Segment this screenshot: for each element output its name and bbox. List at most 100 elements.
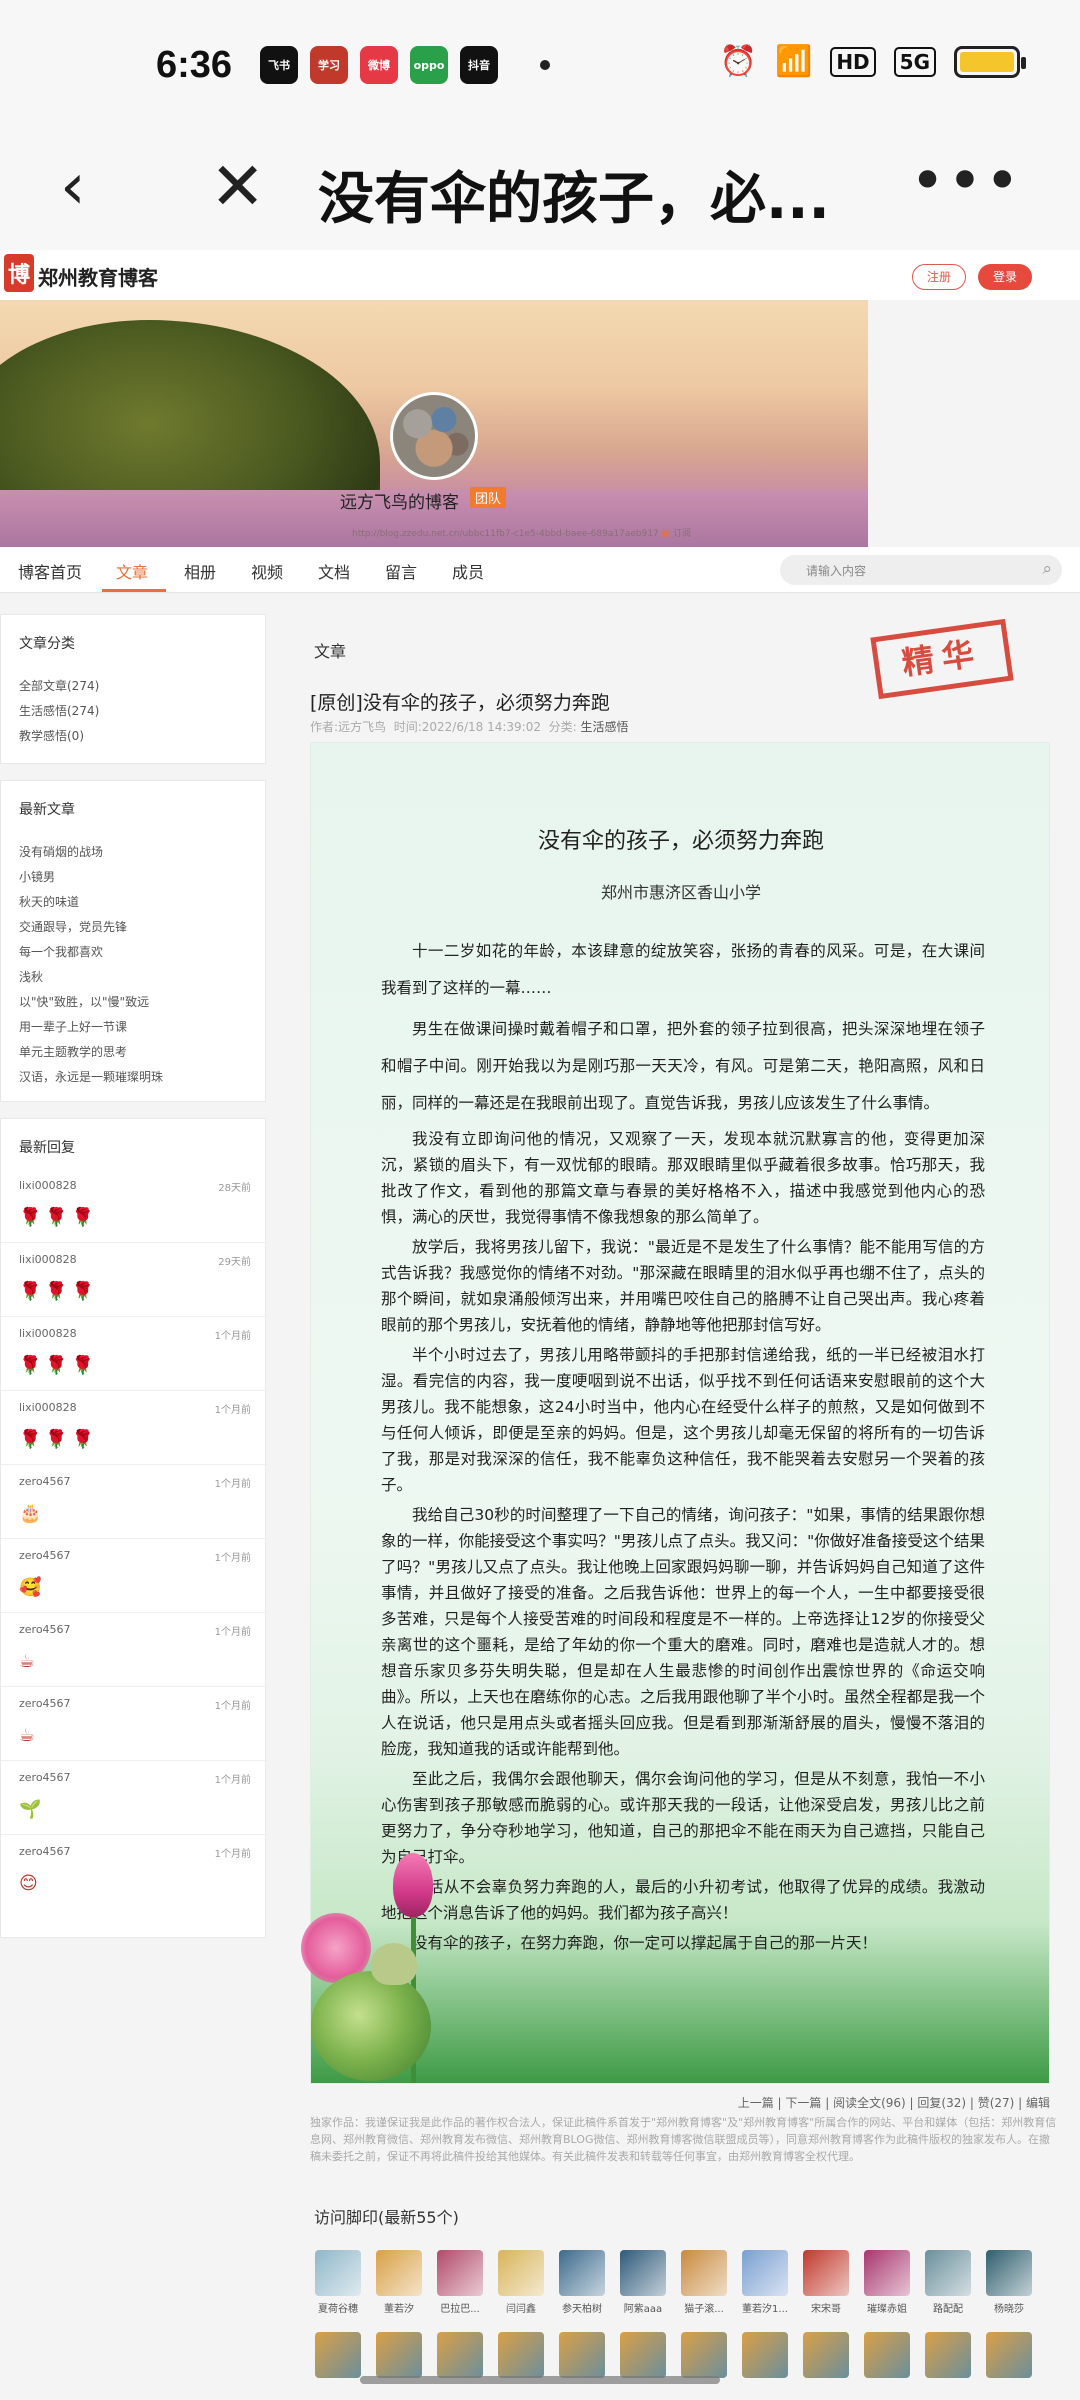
recent-article-link[interactable]: 汉语，永远是一颗璀璨明珠 (19, 1068, 163, 1085)
search-icon[interactable]: ⌕ (1042, 559, 1052, 579)
reply-user[interactable]: lixi000828 (19, 1179, 77, 1192)
reply-item[interactable]: lixi000828 28天前 🌹🌹🌹 (1, 1169, 267, 1243)
visitor-avatar[interactable] (864, 2250, 910, 2296)
visitor-avatar[interactable] (925, 2250, 971, 2296)
visitor-avatar[interactable] (437, 2250, 483, 2296)
visitor-avatar[interactable] (803, 2250, 849, 2296)
visitor-item[interactable] (737, 2332, 793, 2378)
visitor-item[interactable]: 璀璨赤姐 (859, 2250, 915, 2315)
avatar[interactable] (390, 392, 478, 480)
visitor-item[interactable] (920, 2332, 976, 2378)
visitor-item[interactable] (798, 2332, 854, 2378)
visitor-item[interactable]: 路配配 (920, 2250, 976, 2315)
reply-user[interactable]: zero4567 (19, 1549, 71, 1562)
reply-item[interactable]: zero4567 1个月前 🎂 (1, 1465, 267, 1539)
visitor-item[interactable]: 阿紫aaa (615, 2250, 671, 2315)
reply-user[interactable]: zero4567 (19, 1845, 71, 1858)
reply-user[interactable]: zero4567 (19, 1697, 71, 1710)
subscribe-link[interactable]: 订阅 (673, 529, 691, 539)
visitor-name[interactable]: 董若汐1... (737, 2300, 793, 2315)
visitor-name[interactable]: 夏荷谷穗 (310, 2300, 366, 2315)
recent-article-link[interactable]: 单元主题教学的思考 (19, 1043, 127, 1060)
login-button[interactable]: 登录 (978, 264, 1032, 290)
visitor-item[interactable]: 杨晓莎 (981, 2250, 1037, 2315)
visitor-avatar[interactable] (742, 2250, 788, 2296)
rss-icon[interactable]: ▣ (662, 529, 671, 539)
visitor-name[interactable]: 阿紫aaa (615, 2300, 671, 2315)
visitor-avatar[interactable] (620, 2250, 666, 2296)
category-item[interactable]: 生活感悟(274) (19, 702, 99, 719)
visitor-item[interactable]: 参天柏树 (554, 2250, 610, 2315)
visitor-name[interactable]: 闫闫鑫 (493, 2300, 549, 2315)
visitor-item[interactable] (859, 2332, 915, 2378)
visitor-avatar[interactable] (559, 2332, 605, 2378)
visitor-avatar[interactable] (803, 2332, 849, 2378)
meta-category[interactable]: 生活感悟 (581, 720, 629, 734)
visitor-avatar[interactable] (742, 2332, 788, 2378)
visitor-name[interactable]: 巴拉巴... (432, 2300, 488, 2315)
visitor-name[interactable]: 璀璨赤姐 (859, 2300, 915, 2315)
visitor-avatar[interactable] (315, 2332, 361, 2378)
reply-user[interactable]: zero4567 (19, 1475, 71, 1488)
tab-video[interactable]: 视频 (251, 559, 283, 583)
visitor-name[interactable]: 路配配 (920, 2300, 976, 2315)
visitor-item[interactable]: 董若汐1... (737, 2250, 793, 2315)
reply-user[interactable]: zero4567 (19, 1623, 71, 1636)
blog-url-text[interactable]: http://blog.zzedu.net.cn/ubbc11fb7-c1e5-… (352, 529, 659, 539)
recent-article-link[interactable]: 以"快"致胜，以"慢"致远 (19, 993, 149, 1010)
recent-article-link[interactable]: 秋天的味道 (19, 893, 79, 910)
visitor-item[interactable] (676, 2332, 732, 2378)
visitor-avatar[interactable] (376, 2250, 422, 2296)
visitor-item[interactable]: 董若汐 (371, 2250, 427, 2315)
register-button[interactable]: 注册 (912, 264, 966, 290)
visitor-item[interactable] (493, 2332, 549, 2378)
reply-item[interactable]: lixi000828 1个月前 🌹🌹🌹 (1, 1391, 267, 1465)
home-indicator[interactable] (360, 2376, 720, 2384)
visitor-item[interactable] (310, 2332, 366, 2378)
visitor-name[interactable]: 董若汐 (371, 2300, 427, 2315)
visitor-name[interactable]: 杨晓莎 (981, 2300, 1037, 2315)
reply-item[interactable]: zero4567 1个月前 ☕ (1, 1687, 267, 1761)
category-item[interactable]: 教学感悟(0) (19, 727, 84, 744)
visitor-avatar[interactable] (620, 2332, 666, 2378)
visitor-avatar[interactable] (681, 2250, 727, 2296)
visitor-item[interactable]: 闫闫鑫 (493, 2250, 549, 2315)
reply-item[interactable]: lixi000828 1个月前 🌹🌹🌹 (1, 1317, 267, 1391)
visitor-item[interactable]: 夏荷谷穗 (310, 2250, 366, 2315)
visitor-avatar[interactable] (925, 2332, 971, 2378)
reply-user[interactable]: lixi000828 (19, 1327, 77, 1340)
visitor-avatar[interactable] (437, 2332, 483, 2378)
reply-item[interactable]: zero4567 1个月前 🥰 (1, 1539, 267, 1613)
visitor-avatar[interactable] (315, 2250, 361, 2296)
visitor-item[interactable] (371, 2332, 427, 2378)
tab-docs[interactable]: 文档 (318, 559, 350, 583)
tab-album[interactable]: 相册 (184, 559, 216, 583)
visitor-avatar[interactable] (986, 2250, 1032, 2296)
visitor-item[interactable]: 宋宋哥 (798, 2250, 854, 2315)
category-item[interactable]: 全部文章(274) (19, 677, 99, 694)
reply-user[interactable]: lixi000828 (19, 1401, 77, 1414)
tab-articles[interactable]: 文章 (116, 559, 148, 583)
meta-author[interactable]: 作者:远方飞鸟 (310, 720, 386, 734)
close-icon[interactable]: ✕ (210, 148, 265, 225)
visitor-avatar[interactable] (681, 2332, 727, 2378)
search-box[interactable]: 请输入内容 ⌕ (780, 555, 1062, 585)
tab-members[interactable]: 成员 (452, 559, 484, 583)
recent-article-link[interactable]: 交通跟导，党员先锋 (19, 918, 127, 935)
back-icon[interactable]: ‹ (60, 150, 86, 224)
visitor-avatar[interactable] (986, 2332, 1032, 2378)
visitor-avatar[interactable] (864, 2332, 910, 2378)
recent-article-link[interactable]: 每一个我都喜欢 (19, 943, 103, 960)
visitor-name[interactable]: 宋宋哥 (798, 2300, 854, 2315)
search-input[interactable]: 请输入内容 (806, 562, 866, 579)
reply-item[interactable]: zero4567 1个月前 ☕ (1, 1613, 267, 1687)
site-name[interactable]: 郑州教育博客 (38, 262, 158, 291)
recent-article-link[interactable]: 用一辈子上好一节课 (19, 1018, 127, 1035)
blog-url[interactable]: http://blog.zzedu.net.cn/ubbc11fb7-c1e5-… (352, 526, 691, 539)
visitor-avatar[interactable] (498, 2332, 544, 2378)
tab-messages[interactable]: 留言 (385, 559, 417, 583)
reply-item[interactable]: zero4567 1个月前 😊 (1, 1835, 267, 1909)
visitor-item[interactable] (981, 2332, 1037, 2378)
blog-name[interactable]: 远方飞鸟的博客 (340, 488, 459, 513)
visitor-name[interactable]: 参天柏树 (554, 2300, 610, 2315)
